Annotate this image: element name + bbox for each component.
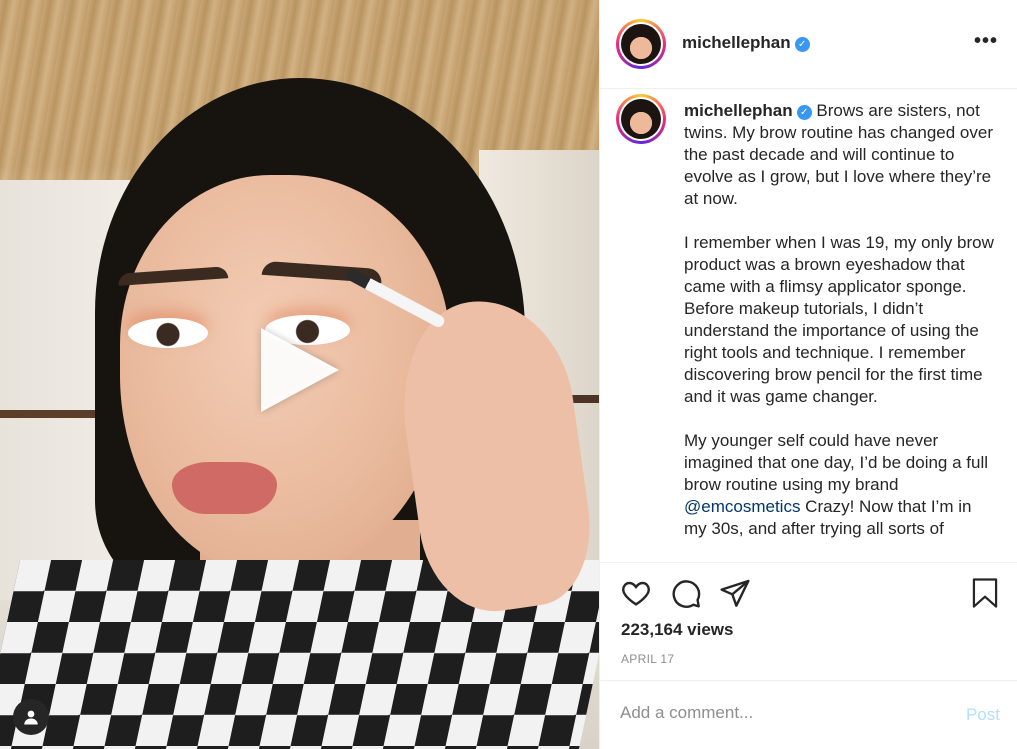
caption-paragraph: I remember when I was 19, my only brow p… [684, 233, 994, 406]
mention-link[interactable]: @emcosmetics [684, 497, 800, 516]
post-caption: michellephan ✓ Brows are sisters, not twi… [684, 100, 994, 562]
post-button[interactable]: Post [966, 705, 1000, 725]
caption-text: My younger self could have never imagine… [684, 431, 989, 494]
post-date[interactable]: APRIL 17 [621, 652, 674, 666]
share-icon[interactable] [719, 577, 753, 611]
post-actions: 223,164 views APRIL 17 [600, 562, 1017, 680]
caption-avatar[interactable] [616, 94, 666, 144]
verified-icon: ✓ [796, 105, 812, 120]
post-header: michellephan ✓ ••• [600, 0, 1017, 89]
comment-bar: Post [600, 680, 1017, 749]
verified-icon: ✓ [794, 37, 810, 52]
comment-input[interactable] [620, 703, 920, 723]
profile-username[interactable]: michellephan ✓ [682, 33, 810, 53]
bookmark-icon[interactable] [970, 577, 1004, 611]
play-icon[interactable] [261, 328, 339, 412]
caption-username[interactable]: michellephan [684, 101, 793, 120]
view-count[interactable]: 223,164 views [621, 620, 733, 640]
caption-area: michellephan ✓ Brows are sisters, not twi… [600, 90, 1017, 562]
avatar[interactable] [616, 19, 666, 69]
post-details-panel: michellephan ✓ ••• michellephan ✓ Brows ar… [599, 0, 1017, 749]
heart-icon[interactable] [620, 577, 654, 611]
more-options-icon[interactable]: ••• [974, 30, 998, 53]
user-icon[interactable] [13, 699, 49, 735]
post-video[interactable] [0, 0, 599, 749]
comment-icon[interactable] [670, 577, 704, 611]
